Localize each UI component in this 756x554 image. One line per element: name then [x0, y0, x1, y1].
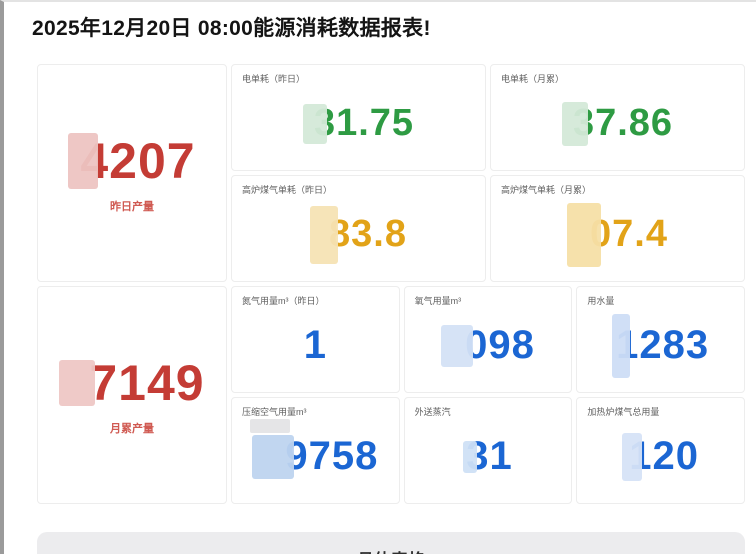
gas-month-value: 07.4 — [590, 213, 668, 256]
card-steam: 外送蒸汽 31 — [404, 397, 573, 504]
month-production-label: 月累产量 — [110, 420, 154, 436]
value-wrap: 9758 — [242, 418, 389, 495]
value-wrap: 31 — [415, 418, 562, 495]
card-electric-yesterday: 电单耗（昨日） 31.75 — [231, 64, 486, 171]
value-wrap: 1283 — [587, 307, 734, 384]
redaction-box — [310, 206, 338, 264]
detail-table-label: 具体表格 — [357, 546, 425, 554]
redaction-box — [252, 435, 294, 479]
card-yesterday-production: 4207 昨日产量 — [37, 64, 227, 282]
metric-label: 电单耗（昨日） — [242, 73, 475, 85]
value-wrap: 31.75 — [242, 85, 475, 162]
water-value: 1283 — [616, 323, 709, 368]
month-production-value: 7149 — [89, 354, 204, 412]
value-wrap: 37.86 — [501, 85, 734, 162]
electric-yesterday-value: 31.75 — [314, 102, 414, 145]
card-compressed-air: 压缩空气用量m³ 9758 — [231, 397, 400, 504]
metric-label: 加热炉煤气总用量 — [587, 406, 734, 418]
redaction-box — [441, 325, 473, 367]
value-wrap: 07.4 — [501, 196, 734, 273]
card-month-production: 7149 月累产量 — [37, 286, 227, 504]
redaction-box — [59, 360, 95, 406]
metric-label: 氮气用量m³（昨日） — [242, 295, 389, 307]
card-heating-furnace-gas: 加热炉煤气总用量 120 — [576, 397, 745, 504]
metric-label: 氧气用量m³ — [415, 295, 562, 307]
redaction-box — [567, 203, 601, 267]
electric-month-value: 37.86 — [573, 102, 673, 145]
card-gas-yesterday: 高炉煤气单耗（昨日） 83.8 — [231, 175, 486, 282]
nitrogen-value: 1 — [304, 323, 327, 368]
redaction-box — [463, 441, 477, 473]
value-wrap: 4207 — [68, 132, 195, 190]
oxygen-value: 098 — [465, 323, 535, 368]
card-nitrogen: 氮气用量m³（昨日） 1 — [231, 286, 400, 393]
compressed-air-value: 9758 — [285, 434, 378, 479]
redaction-box — [303, 104, 327, 144]
summary-inner: 4207 昨日产量 — [68, 132, 195, 214]
redaction-box — [622, 433, 642, 481]
value-wrap: 120 — [587, 418, 734, 495]
card-gas-month: 高炉煤气单耗（月累） 07.4 — [490, 175, 745, 282]
metrics-grid: 4207 昨日产量 电单耗（昨日） 31.75 电单耗（月累） 37.86 高炉… — [37, 64, 745, 504]
yesterday-production-label: 昨日产量 — [110, 198, 154, 214]
redaction-box — [562, 102, 588, 146]
metric-label: 高炉煤气单耗（昨日） — [242, 184, 475, 196]
metric-label: 外送蒸汽 — [415, 406, 562, 418]
metric-label: 高炉煤气单耗（月累） — [501, 184, 734, 196]
metric-label: 压缩空气用量m³ — [242, 406, 389, 418]
card-electric-month: 电单耗（月累） 37.86 — [490, 64, 745, 171]
page-title: 2025年12月20日 08:00能源消耗数据报表! — [32, 12, 756, 42]
metric-label: 用水量 — [587, 295, 734, 307]
value-wrap: 098 — [415, 307, 562, 384]
gas-yesterday-value: 83.8 — [329, 213, 407, 256]
redaction-box — [68, 133, 98, 189]
redaction-box — [612, 314, 630, 378]
metric-label: 电单耗（月累） — [501, 73, 734, 85]
value-wrap: 1 — [242, 307, 389, 384]
card-oxygen: 氧气用量m³ 098 — [404, 286, 573, 393]
value-wrap: 7149 — [59, 354, 204, 412]
card-water: 用水量 1283 — [576, 286, 745, 393]
summary-inner: 7149 月累产量 — [59, 354, 204, 436]
detail-table-bar[interactable]: 具体表格 — [37, 532, 745, 554]
value-wrap: 83.8 — [242, 196, 475, 273]
